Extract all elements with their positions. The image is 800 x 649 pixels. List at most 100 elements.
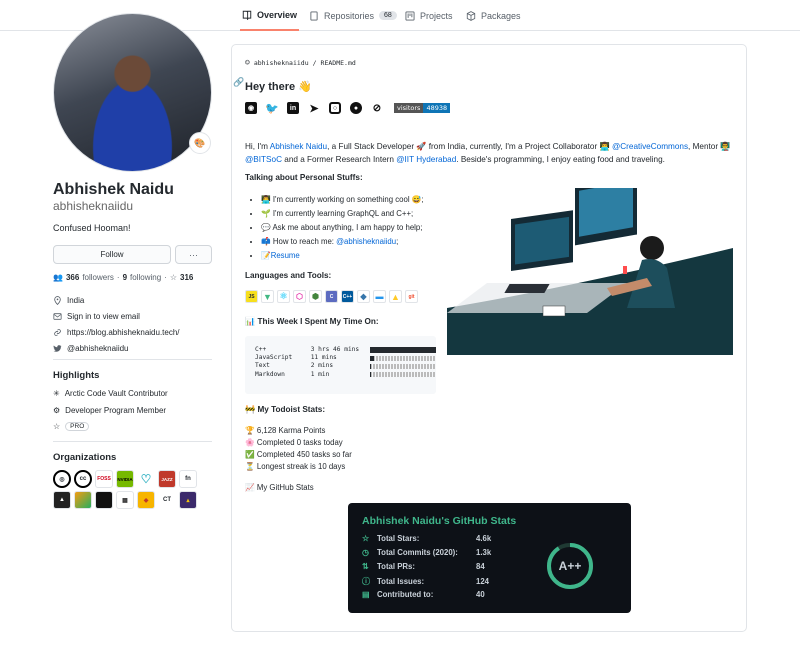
pixel-icon[interactable]: ▴: [179, 491, 197, 509]
robot-icon[interactable]: ▦: [116, 491, 134, 509]
wakatime-code-block: C++ 3 hrs 46 mins JavaScript 11 mins Text 2…: [245, 336, 436, 394]
instagram-icon[interactable]: ○: [329, 102, 341, 114]
creativecommons-icon[interactable]: cc: [74, 470, 92, 488]
list-item: 👨‍💻 I'm currently working on something c…: [261, 193, 424, 207]
ct-icon[interactable]: CT: [158, 491, 176, 509]
list-item: 📫 How to reach me: @abhisheknaiidu;: [261, 235, 424, 249]
tab-overview[interactable]: Overview: [240, 0, 300, 31]
bitsoc-link[interactable]: @BITSoC: [245, 155, 282, 164]
fossasia-icon[interactable]: FOSS: [95, 470, 113, 488]
jazzband-icon[interactable]: JAZZ: [158, 470, 176, 488]
email-text[interactable]: Sign in to view email: [67, 312, 140, 321]
fn-icon[interactable]: fn: [179, 470, 197, 488]
nvidia-icon[interactable]: NVIDIA: [116, 470, 134, 488]
week-lang: JavaScript: [255, 354, 293, 362]
profile-bio: Confused Hooman!: [53, 223, 131, 233]
website-link[interactable]: https://blog.abhisheknaidu.tech/: [67, 328, 180, 337]
graphql-icon[interactable]: ⬡: [293, 290, 306, 303]
readme-file[interactable]: README.md: [321, 59, 356, 67]
social-icons: ◉ 🐦 in ➤ ○ ● ⊘ visitors 48938: [245, 102, 451, 115]
star-icon: ☆: [362, 534, 370, 543]
pull-request-icon: ⇅: [362, 562, 369, 571]
follow-button[interactable]: Follow: [53, 245, 171, 264]
avatar[interactable]: [53, 13, 212, 172]
resume-link[interactable]: Resume: [271, 251, 300, 260]
anchor-link-icon[interactable]: 🔗: [233, 77, 244, 88]
twitter-link[interactable]: @abhisheknaiidu: [67, 344, 129, 353]
followers-count[interactable]: 366: [66, 273, 79, 282]
nodejs-icon[interactable]: ⬢: [309, 290, 322, 303]
name-link[interactable]: Abhishek Naidu: [270, 142, 327, 151]
ghost-icon[interactable]: ▲: [53, 491, 71, 509]
tab-repositories[interactable]: Repositories 68: [309, 0, 397, 31]
status-emoji-icon[interactable]: 🎨: [189, 132, 211, 154]
highlight-item[interactable]: ⚙ Developer Program Member: [53, 406, 166, 415]
firebase-icon[interactable]: ▲: [389, 290, 402, 303]
cpp-icon[interactable]: C++: [341, 290, 354, 303]
react-icon[interactable]: ⚛: [277, 290, 290, 303]
creativecommons-link[interactable]: @CreativeCommons: [612, 142, 688, 151]
week-time: 2 mins: [310, 362, 334, 370]
star-icon: ☆: [169, 273, 178, 282]
openmined-icon[interactable]: ◎: [53, 470, 71, 488]
tab-projects[interactable]: Projects: [405, 0, 453, 31]
javascript-icon[interactable]: JS: [245, 290, 258, 303]
readme-greeting: Hey there 👋: [245, 81, 312, 93]
highlight-dev-program[interactable]: Developer Program Member: [65, 406, 166, 415]
twitter-item[interactable]: @abhisheknaiidu: [53, 344, 129, 353]
tab-overview-label: Overview: [257, 9, 298, 20]
discord-icon[interactable]: ◉: [245, 102, 257, 114]
linkedin-icon[interactable]: in: [287, 102, 299, 114]
intro-text: . Beside's programming, I enjoy eating f…: [456, 155, 665, 164]
followers-label[interactable]: followers: [82, 273, 114, 282]
iit-link[interactable]: @IIT Hyderabad: [396, 155, 456, 164]
highlight-item[interactable]: ☆ PRO: [53, 422, 90, 431]
week-bar-fill: [370, 363, 372, 370]
gh-stat-value: 1.3k: [476, 548, 492, 557]
email-item[interactable]: Sign in to view email: [53, 312, 140, 321]
following-count[interactable]: 9: [123, 273, 127, 282]
vue-icon[interactable]: ▼: [261, 290, 274, 303]
todoist-streak: ⏳ Longest streak is 10 days: [245, 462, 346, 471]
week-time: 11 mins: [310, 354, 337, 362]
intro-paragraph: Hi, I'm Abhishek Naidu, a Full Stack Dev…: [245, 140, 735, 166]
c-icon[interactable]: C: [325, 290, 338, 303]
reddit-icon[interactable]: ●: [350, 102, 362, 114]
tab-packages[interactable]: Packages: [466, 0, 521, 31]
website-item[interactable]: https://blog.abhisheknaidu.tech/: [53, 328, 180, 337]
flame-icon[interactable]: ◆: [137, 491, 155, 509]
hashnode-icon[interactable]: ⊘: [371, 102, 383, 114]
gh-stat-value: 124: [476, 577, 490, 586]
intro-text: Hi, I'm: [245, 142, 270, 151]
docker-icon[interactable]: ▬: [373, 290, 386, 303]
todoist-total: ✅ Completed 450 tasks so far: [245, 450, 352, 459]
week-row: C++ 3 hrs 46 mins: [255, 346, 436, 354]
gradient-icon[interactable]: [74, 491, 92, 509]
git-icon[interactable]: git: [405, 290, 418, 303]
week-lang: Markdown: [255, 370, 285, 378]
highlight-arctic[interactable]: Arctic Code Vault Contributor: [65, 389, 168, 398]
telegram-icon[interactable]: ➤: [308, 102, 320, 115]
stars-count[interactable]: 316: [180, 273, 193, 282]
reach-link[interactable]: @abhisheknaiidu: [336, 237, 396, 246]
repo-icon: [310, 11, 318, 20]
python-icon[interactable]: ◆: [357, 290, 370, 303]
pro-badge[interactable]: PRO: [65, 422, 90, 431]
week-bar: [370, 363, 436, 370]
todoist-today: 🌸 Completed 0 tasks today: [245, 438, 343, 447]
gh-stat-row: ▤ Contributed to: 40: [362, 590, 485, 599]
commits-icon: ◷: [362, 548, 369, 557]
more-options-button[interactable]: ···: [175, 245, 212, 264]
twitter-icon[interactable]: 🐦: [265, 102, 279, 115]
repositories-count: 68: [379, 11, 397, 20]
package-icon: [466, 10, 476, 21]
readme-owner[interactable]: abhisheknaiidu: [254, 59, 309, 67]
gh-stat-label: Total PRs:: [377, 562, 415, 571]
highlight-item[interactable]: ✳ Arctic Code Vault Contributor: [53, 389, 168, 398]
black-square-icon[interactable]: [95, 491, 113, 509]
project-icon: [405, 11, 415, 20]
issue-icon: ⓘ: [362, 577, 370, 586]
heart-icon[interactable]: ♡: [137, 470, 155, 488]
following-label[interactable]: following: [130, 273, 161, 282]
repo-icon: ▤: [362, 590, 370, 599]
